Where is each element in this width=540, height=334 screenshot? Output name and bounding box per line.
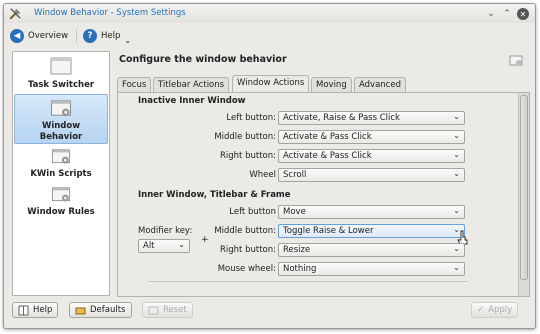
minimize-button[interactable]: ⌄ (485, 8, 497, 20)
tab-advanced[interactable]: Advanced (354, 77, 406, 93)
middle-button-label: Middle button: (214, 226, 276, 236)
maximize-button[interactable]: ⌃ (501, 8, 513, 20)
middle-button-label: Middle button: (214, 132, 276, 142)
apply-button[interactable]: ✓ Apply (471, 302, 519, 318)
help-book-icon (18, 305, 29, 315)
settings-window: Window Behavior - System Settings ⌄ ⌃ ✕ … (3, 3, 536, 329)
wheel-label: Wheel (249, 170, 276, 180)
left-button-label: Left button: (226, 113, 276, 123)
chevron-down-icon: ⌄ (453, 131, 460, 140)
overview-label: Overview (28, 31, 69, 41)
tab-window-actions[interactable]: Window Actions (232, 75, 310, 93)
reset-button[interactable]: Reset (142, 302, 193, 318)
sidebar-item-label: KWin Scripts (30, 169, 92, 179)
checkmark-icon: ✓ (477, 305, 485, 315)
title-bar[interactable]: Window Behavior - System Settings ⌄ ⌃ ✕ (4, 4, 535, 23)
window-title: Window Behavior - System Settings (34, 8, 186, 18)
close-button[interactable]: ✕ (517, 8, 529, 20)
inner-left-button-select[interactable]: Move ⌄ (278, 205, 465, 219)
sidebar-item-label: Window Behavior (39, 121, 83, 142)
select-value: Activate & Pass Click (283, 151, 372, 161)
inactive-wheel-select[interactable]: Scroll ⌄ (278, 168, 465, 182)
tab-moving[interactable]: Moving (311, 77, 352, 93)
chevron-down-icon: ⌄ (124, 35, 132, 45)
sidebar-item-window-behavior[interactable]: Window Behavior (14, 94, 108, 144)
inactive-right-button-select[interactable]: Activate & Pass Click ⌄ (278, 149, 465, 163)
task-switcher-icon (50, 57, 72, 75)
window-rules-icon (51, 187, 71, 202)
inner-mouse-wheel-select[interactable]: Nothing ⌄ (278, 262, 465, 276)
chevron-down-icon: ⌄ (453, 244, 460, 253)
sidebar-item-label: Window Rules (27, 207, 95, 217)
sidebar-item-kwin-scripts[interactable]: KWin Scripts (14, 148, 108, 180)
section-title-inactive-inner: Inactive Inner Window (138, 96, 246, 106)
inactive-middle-button-select[interactable]: Activate & Pass Click ⌄ (278, 130, 465, 144)
settings-tools-icon[interactable] (8, 6, 23, 21)
toolbar-separator (76, 29, 77, 43)
chevron-down-icon: ⌄ (453, 150, 460, 159)
apply-button-label: Apply (488, 305, 513, 315)
select-value: Resize (283, 245, 311, 255)
sidebar-item-task-switcher[interactable]: Task Switcher (14, 56, 108, 92)
help-label: Help (101, 31, 121, 41)
page-title: Configure the window behavior (119, 54, 287, 65)
help-menu-button[interactable]: ? Help ⌄ (83, 27, 131, 45)
inner-right-button-select[interactable]: Resize ⌄ (278, 243, 465, 257)
chevron-down-icon: ⌄ (453, 206, 460, 215)
chevron-down-icon: ⌄ (453, 112, 460, 121)
select-value: Move (283, 207, 306, 217)
bottom-button-bar: Help Defaults Reset ✓ Apply (4, 300, 535, 328)
chevron-down-icon: ⌄ (453, 169, 460, 178)
window-behavior-icon (50, 100, 72, 117)
select-value: Nothing (283, 264, 317, 274)
sidebar-item-window-rules[interactable]: Window Rules (14, 186, 108, 218)
tab-focus[interactable]: Focus (117, 77, 152, 93)
overview-button[interactable]: ◀ Overview (10, 27, 68, 45)
help-button[interactable]: Help (12, 302, 59, 318)
defaults-button-label: Defaults (90, 305, 126, 315)
tab-titlebar-actions[interactable]: Titlebar Actions (153, 77, 230, 93)
help-button-label: Help (33, 305, 53, 315)
left-button-label: Left button (229, 207, 276, 217)
defaults-icon (75, 307, 86, 314)
reset-icon (148, 306, 159, 314)
help-icon: ? (83, 29, 97, 43)
select-value: Toggle Raise & Lower (283, 226, 374, 236)
kwin-scripts-icon (51, 149, 71, 164)
right-button-label: Right button: (220, 245, 276, 255)
right-button-label: Right button: (220, 151, 276, 161)
section-divider (148, 281, 468, 282)
sidebar: Task Switcher Window Behavior KWin Scrip… (12, 51, 110, 296)
select-value: Activate, Raise & Pass Click (283, 113, 400, 123)
inactive-left-button-select[interactable]: Activate, Raise & Pass Click ⌄ (278, 111, 465, 125)
select-value: Alt (143, 241, 155, 251)
toolbar: ◀ Overview ? Help ⌄ (4, 24, 535, 48)
window-settings-icon (509, 55, 523, 66)
defaults-button[interactable]: Defaults (69, 302, 132, 318)
reset-button-label: Reset (163, 305, 187, 315)
panel-scrollbar[interactable] (518, 93, 529, 296)
select-value: Activate & Pass Click (283, 132, 372, 142)
select-value: Scroll (283, 170, 307, 180)
window-actions-panel: Inactive Inner Window Left button: Activ… (117, 92, 530, 297)
sidebar-item-label: Task Switcher (27, 80, 95, 90)
inner-middle-button-select[interactable]: Toggle Raise & Lower ⌄ (278, 224, 465, 238)
back-arrow-icon: ◀ (10, 29, 24, 43)
scrollbar-thumb[interactable] (520, 95, 528, 280)
plus-sign: + (201, 235, 209, 245)
chevron-down-icon: ⌄ (453, 263, 460, 272)
mouse-wheel-label: Mouse wheel: (217, 264, 276, 274)
section-title-inner-titlebar-frame: Inner Window, Titlebar & Frame (138, 190, 291, 200)
